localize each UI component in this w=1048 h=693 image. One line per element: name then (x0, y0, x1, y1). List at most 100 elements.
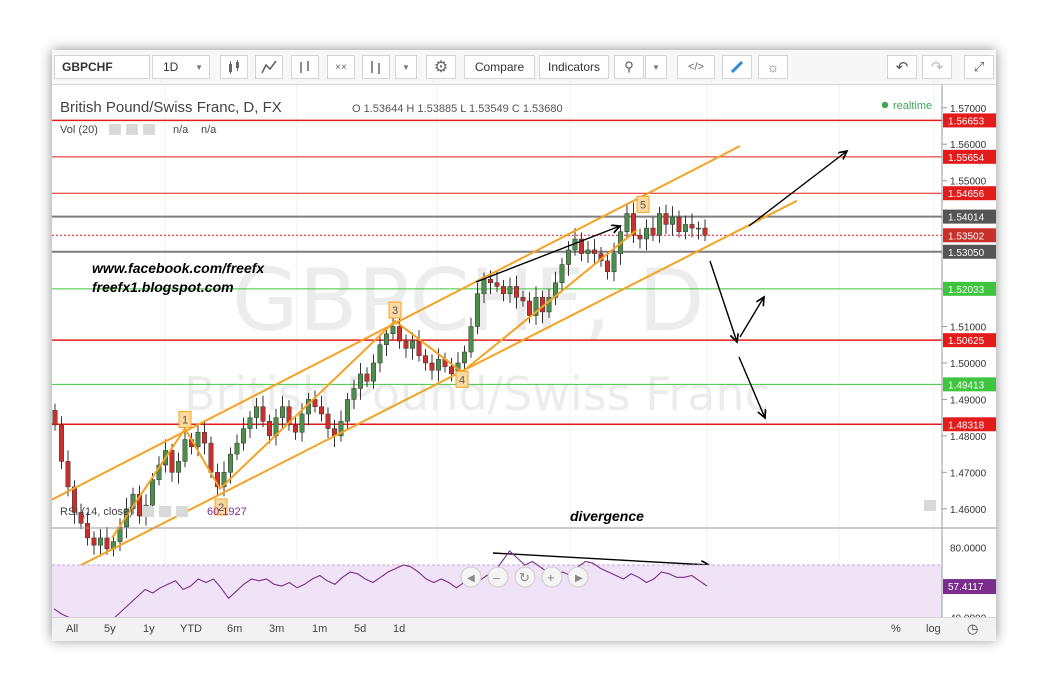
candle-body (345, 399, 350, 422)
range-all[interactable]: All (66, 623, 78, 635)
compare-button[interactable]: Compare (464, 55, 535, 79)
drawing-pencil-icon[interactable] (722, 55, 752, 79)
search-icon[interactable]: ⚲ (614, 55, 644, 79)
candle-body (449, 366, 454, 375)
range-5y[interactable]: 5y (104, 623, 116, 635)
chevron-down-icon: ▼ (402, 62, 410, 72)
reset-glyph: ↻ (519, 570, 530, 585)
range-ytd[interactable]: YTD (180, 623, 202, 635)
candle-body (150, 479, 155, 506)
y-tick-label: 1.49000 (950, 395, 987, 406)
range-1d[interactable]: 1d (393, 623, 405, 635)
legend-title: British Pound/Swiss Franc, D, FX (60, 99, 282, 116)
volume-close-icon[interactable] (143, 124, 155, 135)
candle-body (241, 428, 246, 444)
level-label: 1.55654 (948, 153, 985, 164)
top-toolbar: GBPCHF 1D ▼ ×× ▼ ⚙ Compare Indicators ⚲ (52, 50, 996, 85)
watermark-symbol: GBPCHF, D (232, 251, 705, 351)
interval-select[interactable]: 1D ▼ (152, 55, 210, 79)
range-1m[interactable]: 1m (312, 623, 327, 635)
candle-body (377, 344, 383, 364)
candle-body (501, 286, 506, 294)
settings-gear-icon[interactable]: ⚙ (426, 55, 456, 79)
facebook-annotation: www.facebook.com/freefx (92, 260, 265, 276)
candle-body (475, 293, 480, 327)
volume-value-1: n/a (173, 124, 189, 136)
level-label: 1.54014 (948, 213, 985, 224)
candle-body (91, 537, 97, 546)
bars-icon[interactable] (291, 55, 319, 79)
candle-body (429, 362, 435, 371)
rsi-eye-icon[interactable] (142, 506, 154, 517)
candle-body (644, 227, 649, 240)
candle-body (559, 264, 565, 283)
idea-lightbulb-icon[interactable]: ☼ (758, 55, 788, 79)
candle-body (351, 388, 357, 400)
embed-icon[interactable]: </> (677, 55, 715, 79)
rsi-label: RSI (14, close) (60, 506, 133, 518)
wave-label: 3 (392, 305, 398, 317)
volume-value-2: n/a (201, 124, 217, 136)
candle-body (403, 340, 409, 349)
range-1y[interactable]: 1y (143, 623, 155, 635)
indicators-button[interactable]: Indicators (539, 55, 609, 79)
candle-body (98, 537, 103, 546)
rsi-settings-icon[interactable] (159, 506, 171, 517)
volume-settings-icon[interactable] (126, 124, 138, 135)
level-label: 1.54656 (948, 189, 985, 200)
realtime-dot (881, 101, 889, 109)
y-tick-label: 1.48000 (950, 432, 987, 443)
candle-body (585, 249, 591, 254)
chevron-down-icon: ▼ (652, 62, 660, 72)
redo-icon[interactable]: ↷ (922, 55, 952, 79)
line-chart-icon[interactable] (255, 55, 283, 79)
rsi-close-icon[interactable] (176, 506, 188, 517)
symbol-input[interactable]: GBPCHF (54, 55, 150, 79)
candle-body (234, 442, 240, 455)
candle-body (104, 537, 110, 550)
candle-body (514, 286, 519, 298)
clock-icon[interactable]: ◷ (967, 621, 978, 637)
template-dropdown[interactable]: ▼ (645, 55, 667, 79)
log-scale-toggle[interactable]: log (926, 623, 941, 635)
pane-collapse-icon[interactable] (924, 500, 936, 511)
level-label: 1.50625 (948, 336, 985, 347)
candle-body (611, 253, 617, 273)
volume-label: Vol (20) (60, 124, 98, 136)
candle-body (605, 260, 610, 273)
level-label: 1.48318 (948, 420, 985, 431)
zoom-out-glyph: – (493, 570, 501, 585)
chart-style-icon[interactable] (362, 55, 390, 79)
level-label: 1.53502 (948, 231, 985, 242)
undo-icon[interactable]: ↶ (887, 55, 917, 79)
candle-body (371, 362, 376, 382)
candle-body (52, 410, 58, 426)
zoom-in-glyph: + (547, 570, 555, 585)
volume-eye-icon[interactable] (109, 124, 121, 135)
candle-body (85, 523, 90, 539)
fullscreen-icon[interactable]: ⤢ (964, 55, 994, 79)
candle-body (663, 213, 669, 225)
point-figure-icon[interactable]: ×× (327, 55, 355, 79)
candle-body (280, 406, 285, 418)
candle-body (195, 431, 201, 448)
percent-scale-toggle[interactable]: % (891, 623, 901, 635)
scroll-right-glyph: ▶ (575, 573, 583, 584)
divergence-annotation: divergence (570, 508, 644, 524)
candle-body (481, 278, 487, 294)
chart-area[interactable]: GBPCHF, D British Pound/Swiss Franc 1234… (51, 85, 996, 647)
candle-body (624, 213, 630, 232)
range-6m[interactable]: 6m (227, 623, 242, 635)
y-tick-label: 1.47000 (950, 468, 987, 479)
candle-body (169, 450, 175, 473)
candle-body (676, 216, 682, 232)
candle-body (260, 406, 266, 422)
chart-style-dropdown[interactable]: ▼ (395, 55, 417, 79)
candle-body (358, 373, 363, 389)
range-5d[interactable]: 5d (354, 623, 366, 635)
candles-icon[interactable] (220, 55, 248, 79)
range-3m[interactable]: 3m (269, 623, 284, 635)
bottom-toolbar: All 5y 1y YTD 6m 3m 1m 5d 1d % log ◷ (52, 617, 996, 641)
price-chart[interactable]: GBPCHF, D British Pound/Swiss Franc 1234… (51, 85, 996, 647)
blog-annotation: freefx1.blogspot.com (92, 279, 234, 295)
